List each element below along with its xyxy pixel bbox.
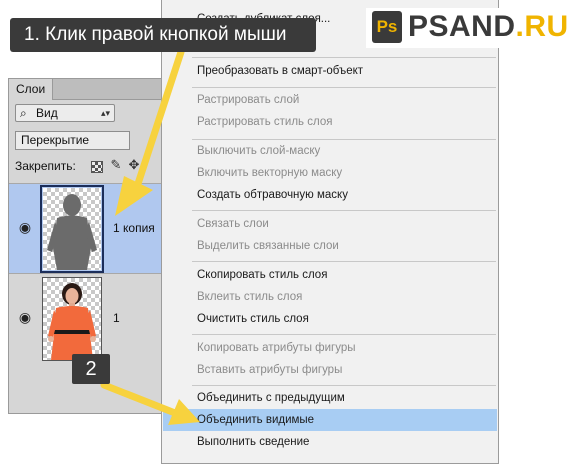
menu-item-copy-shape-attributes[interactable]: Копировать атрибуты фигуры xyxy=(163,337,497,359)
site-logo: Ps PSAND.RU xyxy=(366,8,572,48)
portrait-image xyxy=(48,283,96,360)
menu-separator xyxy=(192,261,496,262)
menu-separator xyxy=(192,385,496,386)
menu-item-merge-visible[interactable]: Объединить видимые xyxy=(163,409,497,431)
eye-icon[interactable]: ◉ xyxy=(17,310,33,324)
step-2-badge: 2 xyxy=(72,354,110,384)
menu-item-copy-layer-style[interactable]: Скопировать стиль слоя xyxy=(163,264,497,286)
menu-item-merge-down[interactable]: Объединить с предыдущим xyxy=(163,387,497,409)
context-menu: Создать дубликат слоя... Удалить слой Пр… xyxy=(161,0,499,464)
menu-item-clear-layer-style[interactable]: Очистить стиль слоя xyxy=(163,308,497,330)
menu-separator xyxy=(192,57,496,58)
menu-separator xyxy=(192,87,496,88)
layer-thumbnail-silhouette xyxy=(40,185,104,273)
menu-item-convert-smart-object[interactable]: Преобразовать в смарт-объект xyxy=(163,60,497,82)
updown-arrows-icon: ▴▾ xyxy=(100,108,110,118)
ps-badge-icon: Ps xyxy=(372,11,402,43)
menu-item-create-clipping-mask[interactable]: Создать обтравочную маску xyxy=(163,184,497,206)
lock-label: Закрепить: xyxy=(15,159,76,173)
layer-filter-label: Вид xyxy=(36,106,58,120)
menu-item-paste-layer-style[interactable]: Вклеить стиль слоя xyxy=(163,286,497,308)
silhouette-image xyxy=(47,194,97,270)
menu-item-rasterize-layer[interactable]: Растрировать слой xyxy=(163,89,497,111)
logo-text: PSAND.RU xyxy=(408,10,569,43)
menu-item-paste-shape-attributes[interactable]: Вставить атрибуты фигуры xyxy=(163,359,497,381)
search-icon: ⌕ xyxy=(20,106,27,120)
menu-item-enable-vector-mask[interactable]: Включить векторную маску xyxy=(163,162,497,184)
layer-name[interactable]: 1 копия xyxy=(113,221,155,235)
menu-item-disable-layer-mask[interactable]: Выключить слой-маску xyxy=(163,140,497,162)
menu-item-select-linked-layers[interactable]: Выделить связанные слои xyxy=(163,235,497,257)
menu-item-rasterize-layer-style[interactable]: Растрировать стиль слоя xyxy=(163,111,497,133)
menu-item-link-layers[interactable]: Связать слои xyxy=(163,213,497,235)
eye-icon[interactable]: ◉ xyxy=(17,220,33,234)
layer-name[interactable]: 1 xyxy=(113,311,120,325)
layer-thumbnail-photo xyxy=(42,277,102,361)
menu-separator xyxy=(192,334,496,335)
lock-transparency-icon[interactable] xyxy=(91,161,103,173)
instruction-callout: 1. Клик правой кнопкой мыши xyxy=(10,18,316,52)
layer-filter-select[interactable]: ⌕ Вид ▴▾ xyxy=(15,104,115,122)
menu-item-flatten-image[interactable]: Выполнить сведение xyxy=(163,431,497,453)
lock-move-icon[interactable]: ✥ xyxy=(127,158,141,172)
lock-brush-icon[interactable]: ✎ xyxy=(109,158,123,172)
menu-separator xyxy=(192,210,496,211)
tab-layers[interactable]: Слои xyxy=(9,79,54,100)
blend-mode-select[interactable]: Перекрытие xyxy=(15,131,130,150)
